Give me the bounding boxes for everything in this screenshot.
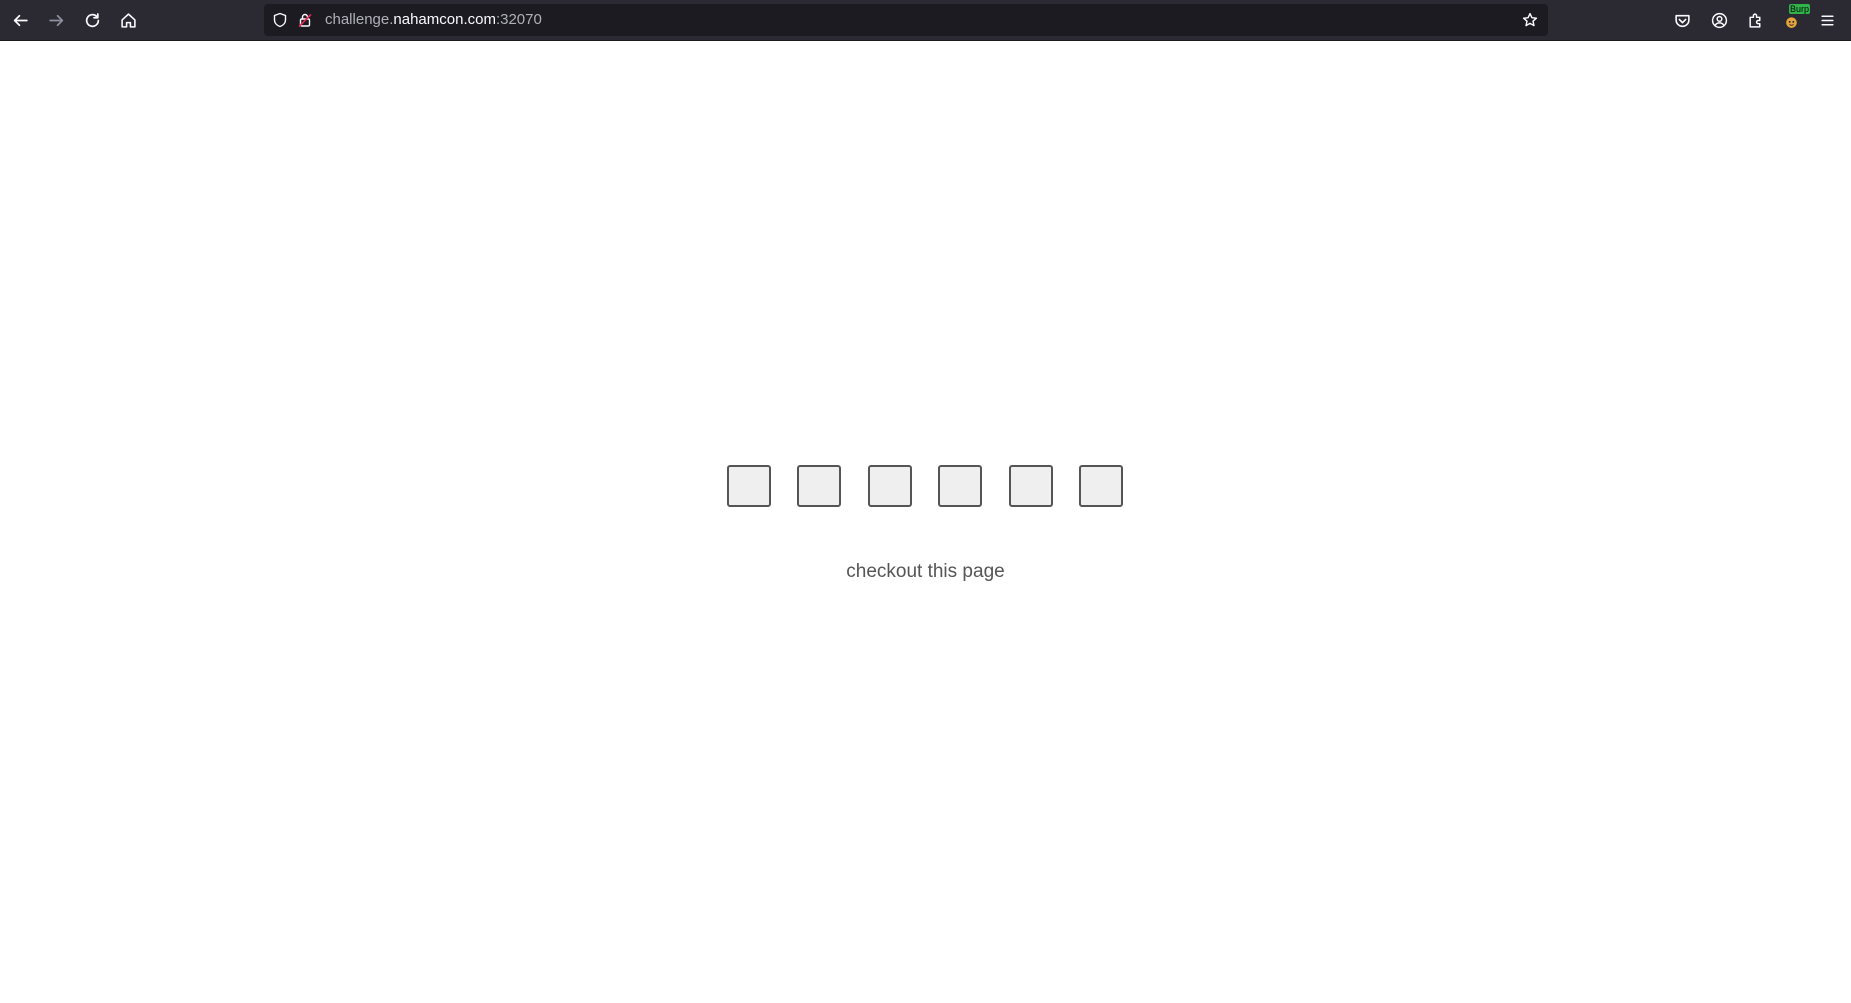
menu-button[interactable] xyxy=(1813,6,1841,34)
page-caption: checkout this page xyxy=(846,561,1005,582)
puzzle-icon xyxy=(1748,12,1760,28)
browser-toolbar: challenge.nahamcon.com:32070 Burp xyxy=(0,0,1851,41)
forward-button[interactable] xyxy=(42,6,70,34)
back-button[interactable] xyxy=(6,6,34,34)
box-4[interactable] xyxy=(938,465,983,507)
home-button[interactable] xyxy=(114,6,142,34)
url-port: :32070 xyxy=(495,11,542,28)
arrow-left-icon xyxy=(13,14,28,26)
arrow-right-icon xyxy=(48,14,63,26)
home-icon xyxy=(120,12,136,28)
address-bar[interactable]: challenge.nahamcon.com:32070 xyxy=(264,4,1548,36)
reload-icon xyxy=(85,12,99,27)
box-3[interactable] xyxy=(867,465,912,507)
box-6[interactable] xyxy=(1078,465,1123,507)
box-5[interactable] xyxy=(1008,465,1053,507)
url-prefix: challenge. xyxy=(325,11,394,28)
box-1[interactable] xyxy=(727,465,771,507)
account-button[interactable] xyxy=(1705,6,1733,34)
star-icon xyxy=(1522,12,1538,27)
shield-icon[interactable] xyxy=(272,12,288,28)
pocket-button[interactable] xyxy=(1668,6,1696,34)
box-2[interactable] xyxy=(797,465,842,507)
account-icon xyxy=(1711,12,1727,28)
burp-extension-icon xyxy=(1785,16,1797,28)
hamburger-menu-icon xyxy=(1820,14,1834,26)
page-content: checkout this page xyxy=(0,41,1851,1003)
pocket-icon xyxy=(1674,14,1690,27)
bookmark-star-button[interactable] xyxy=(1518,8,1542,32)
burp-extension-button[interactable]: Burp xyxy=(1777,4,1811,34)
burp-badge: Burp xyxy=(1789,4,1811,14)
reload-button[interactable] xyxy=(78,6,106,34)
url-text[interactable]: challenge.nahamcon.com:32070 xyxy=(325,4,542,36)
lock-icon[interactable] xyxy=(297,12,313,28)
url-host: nahamcon.com xyxy=(393,11,496,28)
box-row xyxy=(727,465,1123,507)
extensions-button[interactable] xyxy=(1741,6,1769,34)
